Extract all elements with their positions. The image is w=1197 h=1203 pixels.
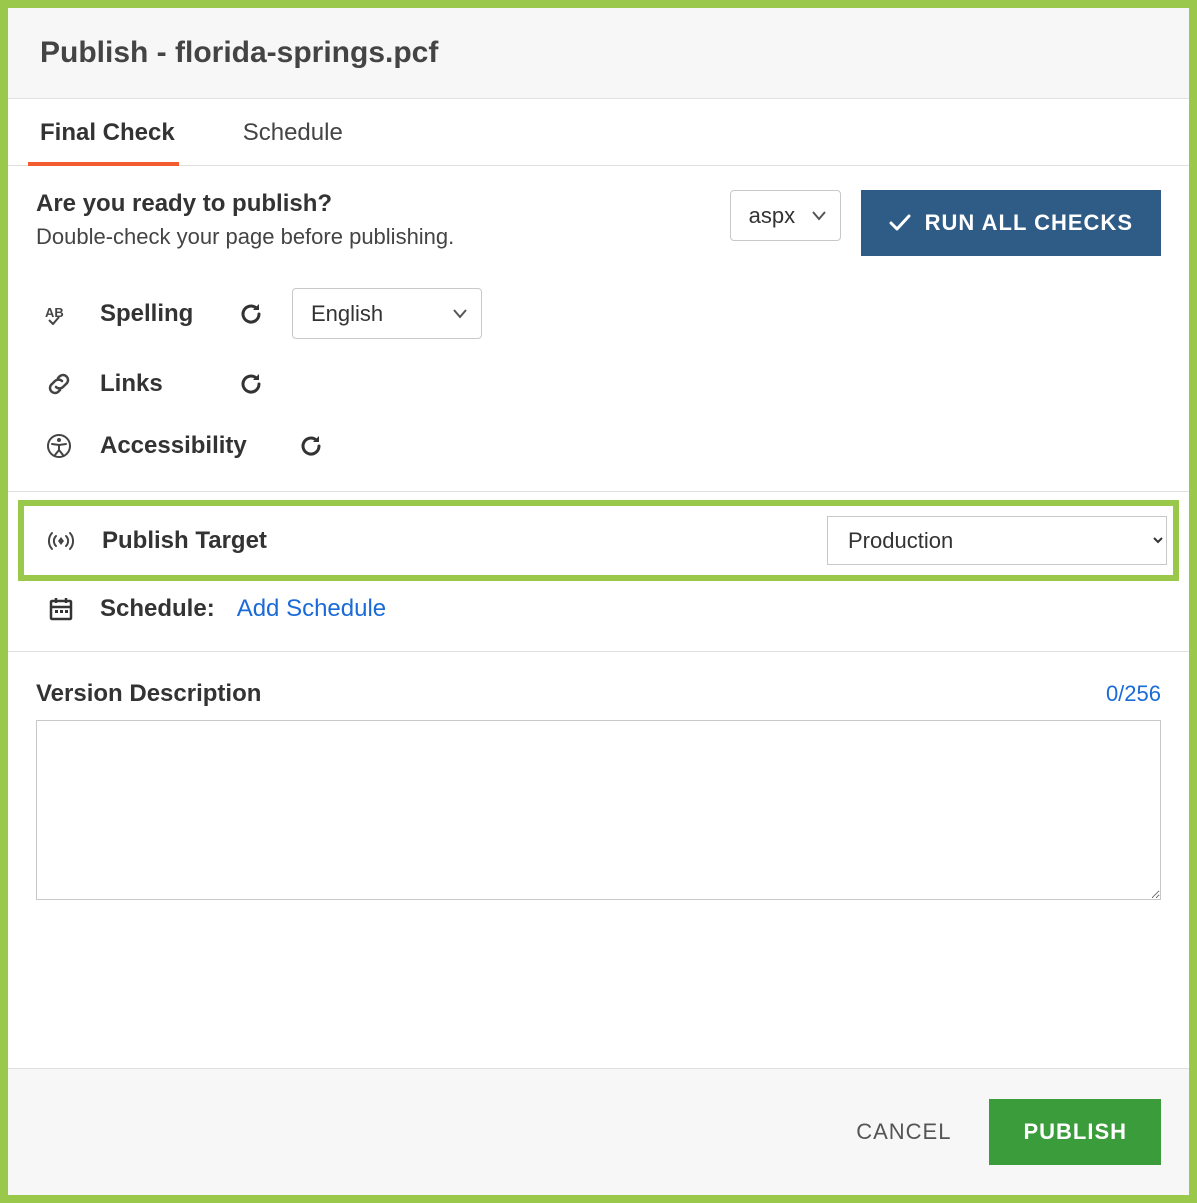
tab-label: Schedule — [243, 119, 343, 146]
calendar-icon — [44, 596, 78, 622]
spelling-check-row: AB Spelling English — [8, 274, 1189, 353]
version-description-section: Version Description 0/256 — [8, 651, 1189, 925]
schedule-row: Schedule: Add Schedule — [8, 589, 1189, 651]
dialog-body: Are you ready to publish? Double-check y… — [8, 166, 1189, 1068]
output-format-select[interactable]: aspx — [730, 190, 841, 241]
run-all-checks-button[interactable]: RUN ALL CHECKS — [861, 190, 1161, 256]
links-label: Links — [100, 370, 210, 398]
ready-heading: Are you ready to publish? — [36, 190, 710, 218]
publish-target-label: Publish Target — [102, 527, 803, 555]
ready-row: Are you ready to publish? Double-check y… — [8, 166, 1189, 274]
publish-target-row: Publish Target Production — [18, 500, 1179, 581]
refresh-icon — [298, 433, 324, 459]
accessibility-refresh-button[interactable] — [294, 429, 328, 463]
spelling-label: Spelling — [100, 300, 210, 328]
dialog-title: Publish - florida-springs.pcf — [40, 36, 1157, 70]
refresh-icon — [238, 371, 264, 397]
dialog-header: Publish - florida-springs.pcf — [8, 8, 1189, 99]
ready-subtext: Double-check your page before publishing… — [36, 224, 710, 250]
accessibility-label: Accessibility — [100, 432, 270, 460]
cancel-button[interactable]: CANCEL — [846, 1103, 961, 1161]
accessibility-check-row: Accessibility — [8, 415, 1189, 491]
broadcast-icon — [44, 529, 78, 553]
run-all-checks-label: RUN ALL CHECKS — [925, 210, 1133, 236]
publish-target-highlight: Publish Target Production — [8, 492, 1189, 589]
tab-final-check[interactable]: Final Check — [28, 99, 203, 165]
tab-label: Final Check — [40, 119, 175, 146]
version-description-label: Version Description — [36, 680, 261, 708]
add-schedule-link[interactable]: Add Schedule — [237, 595, 386, 623]
spelling-refresh-button[interactable] — [234, 297, 268, 331]
schedule-label: Schedule: — [100, 595, 215, 623]
checkmark-icon — [889, 214, 911, 232]
publish-dialog: Publish - florida-springs.pcf Final Chec… — [0, 0, 1197, 1203]
version-description-header: Version Description 0/256 — [36, 680, 1161, 708]
tab-bar: Final Check Schedule — [8, 99, 1189, 166]
link-icon — [42, 371, 76, 397]
accessibility-icon — [42, 433, 76, 459]
publish-button[interactable]: PUBLISH — [989, 1099, 1161, 1165]
dialog-footer: CANCEL PUBLISH — [8, 1068, 1189, 1195]
links-check-row: Links — [8, 353, 1189, 415]
spellcheck-icon: AB — [42, 303, 76, 325]
ready-text: Are you ready to publish? Double-check y… — [36, 190, 710, 250]
spelling-language-select[interactable]: English — [292, 288, 482, 339]
publish-target-select[interactable]: Production — [827, 516, 1167, 565]
character-counter: 0/256 — [1106, 681, 1161, 707]
links-refresh-button[interactable] — [234, 367, 268, 401]
tab-schedule[interactable]: Schedule — [203, 99, 371, 165]
svg-text:AB: AB — [45, 305, 64, 320]
refresh-icon — [238, 301, 264, 327]
version-description-textarea[interactable] — [36, 720, 1161, 900]
